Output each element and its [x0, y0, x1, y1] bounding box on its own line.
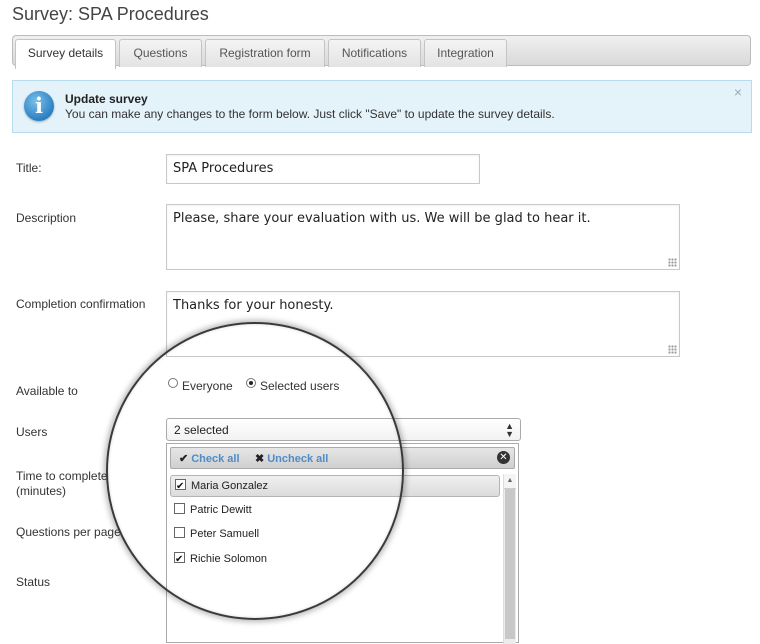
user-option-label: Peter Samuell	[190, 528, 260, 540]
radio-selected-users-label: Selected users	[260, 379, 340, 393]
radio-everyone[interactable]: Everyone	[168, 378, 233, 393]
users-dropdown: ✔Check all ✖Uncheck all ✕ Maria Gonzalez…	[166, 443, 519, 644]
radio-everyone-label: Everyone	[182, 379, 233, 393]
radio-selected-users[interactable]: Selected users	[246, 378, 340, 393]
scroll-thumb[interactable]	[505, 489, 515, 639]
tab-integration[interactable]: Integration	[424, 39, 507, 67]
user-option-label: Richie Solomon	[190, 553, 268, 565]
confirmation-textarea[interactable]: Thanks for your honesty.	[166, 291, 680, 357]
radio-button-icon[interactable]	[168, 378, 178, 388]
title-label: Title:	[16, 161, 42, 175]
tab-survey-details[interactable]: Survey details	[15, 39, 116, 69]
tab-bar: Survey details Questions Registration fo…	[12, 35, 751, 69]
users-select[interactable]: 2 selected ▲ ▼	[166, 418, 521, 441]
tab-questions[interactable]: Questions	[119, 39, 202, 67]
user-option-richie[interactable]: Richie Solomon	[170, 549, 500, 571]
time-label-line2: (minutes)	[16, 484, 67, 498]
questions-per-page-label: Questions per page	[16, 525, 121, 539]
close-circle-icon[interactable]: ✕	[497, 451, 510, 464]
status-label: Status	[16, 575, 51, 589]
confirmation-label: Completion confirmation	[16, 297, 146, 311]
info-text: You can make any changes to the form bel…	[65, 107, 555, 121]
user-option-label: Maria Gonzalez	[191, 480, 269, 492]
check-all-link[interactable]: ✔ Check all	[179, 452, 240, 465]
info-icon: i	[24, 91, 54, 121]
checkbox-icon[interactable]	[174, 503, 185, 514]
cross-icon: ✖	[255, 453, 265, 465]
title-input[interactable]: SPA Procedures	[166, 154, 480, 184]
tab-notifications[interactable]: Notifications	[328, 39, 421, 67]
time-label-line1: Time to complete	[16, 469, 108, 483]
users-label: Users	[16, 425, 48, 439]
description-textarea[interactable]: Please, share your evaluation with us. W…	[166, 204, 680, 270]
users-select-value: 2 selected	[174, 423, 229, 437]
dropdown-scrollbar[interactable]: ▲	[503, 474, 516, 644]
info-message: i Update survey You can make any changes…	[12, 80, 752, 133]
dropdown-header: ✔ Check all ✖ Uncheck all ✕	[170, 447, 515, 469]
user-option-label: Patric Dewitt	[190, 504, 252, 516]
scroll-up-arrow-icon[interactable]: ▲	[504, 474, 516, 489]
resize-handle-icon[interactable]	[668, 258, 677, 267]
time-to-complete-label: Time to complete (minutes)	[16, 469, 108, 499]
user-option-patric[interactable]: Patric Dewitt	[170, 500, 500, 522]
description-label: Description	[16, 211, 77, 225]
user-option-maria[interactable]: Maria Gonzalez	[170, 475, 500, 497]
info-title: Update survey	[65, 92, 148, 106]
radio-button-checked-icon[interactable]	[246, 378, 256, 388]
check-all-label: Check all	[191, 453, 240, 465]
uncheck-all-link[interactable]: ✖ Uncheck all	[255, 452, 328, 465]
checkbox-icon[interactable]	[174, 527, 185, 538]
user-option-peter[interactable]: Peter Samuell	[170, 524, 500, 546]
tab-registration-form[interactable]: Registration form	[205, 39, 325, 67]
checkbox-checked-icon[interactable]	[174, 549, 185, 570]
available-to-label: Available to	[16, 384, 78, 398]
resize-handle-icon[interactable]	[668, 345, 677, 354]
close-icon[interactable]: ×	[734, 84, 742, 100]
check-icon: ✔	[179, 453, 189, 465]
description-text: Please, share your evaluation with us. W…	[173, 211, 591, 226]
confirmation-text: Thanks for your honesty.	[173, 298, 334, 313]
uncheck-all-label: Uncheck all	[267, 453, 329, 465]
page-title: Survey: SPA Procedures	[12, 4, 209, 24]
sort-arrows-icon: ▲ ▼	[505, 421, 514, 439]
checkbox-checked-icon[interactable]	[175, 476, 186, 497]
